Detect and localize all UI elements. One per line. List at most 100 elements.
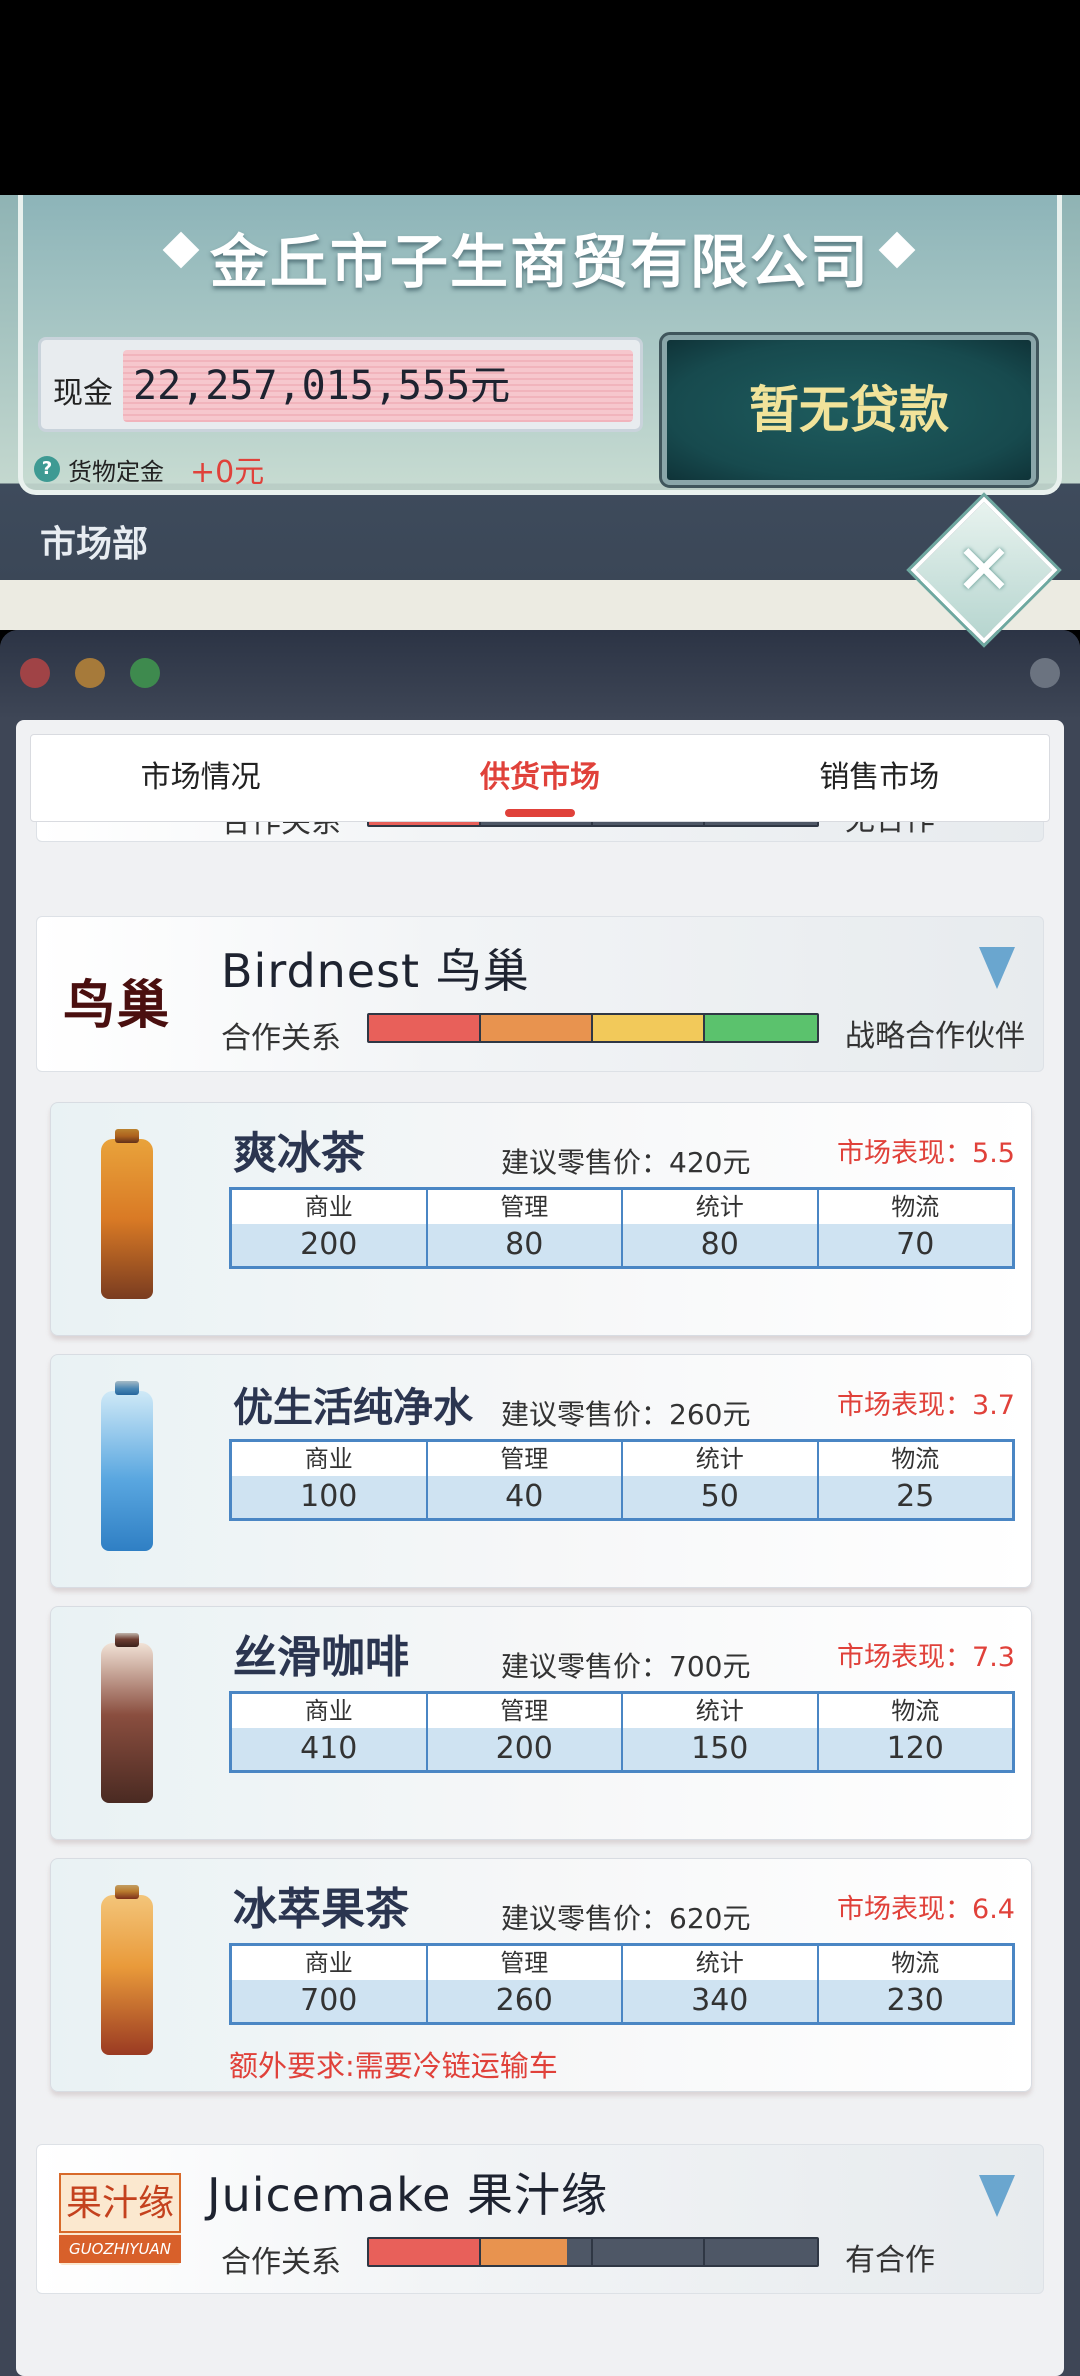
brand-name: Birdnest 鸟巢 xyxy=(221,944,530,998)
stats-table: 商业 410 管理 200 统计 150 物流 120 xyxy=(229,1691,1015,1773)
stat-header: 商业 xyxy=(232,1190,426,1224)
stat-value: 410 xyxy=(232,1728,426,1770)
stat-header: 商业 xyxy=(232,1694,426,1728)
close-x-icon[interactable]: ✕ xyxy=(932,518,1036,622)
stat-header: 物流 xyxy=(818,1694,1012,1728)
market-performance: 市场表现：3.7 xyxy=(837,1390,1015,1421)
product-name: 优生活纯净水 xyxy=(233,1385,473,1431)
juicemake-logo: 果汁缘 GUOZHIYUAN xyxy=(59,2173,181,2265)
stat-header: 物流 xyxy=(818,1946,1012,1980)
market-performance: 市场表现：6.4 xyxy=(837,1894,1015,1925)
relation-segment xyxy=(593,1015,705,1041)
product-price: 建议零售价：420元 xyxy=(501,1146,751,1179)
cash-value: 22,257,015,555元 xyxy=(123,350,633,422)
stat-header: 物流 xyxy=(818,1190,1012,1224)
stat-header: 统计 xyxy=(623,1190,817,1224)
product-card-fruit-tea[interactable]: 冰萃果茶 建议零售价：620元 市场表现：6.4 商业 700 管理 260 统计 3… xyxy=(50,1858,1032,2092)
stat-management: 管理 260 xyxy=(427,1946,623,2022)
stat-value: 700 xyxy=(232,1980,426,2022)
product-price: 建议零售价：620元 xyxy=(501,1902,751,1935)
juicemake-logo-sub: GUOZHIYUAN xyxy=(59,2235,181,2263)
chevron-down-icon[interactable] xyxy=(979,2175,1015,2217)
tab-market-overview[interactable]: 市场情况 xyxy=(31,735,370,821)
stat-header: 统计 xyxy=(623,1946,817,1980)
stat-value: 230 xyxy=(818,1980,1012,2022)
relation-status: 有合作 xyxy=(845,2243,935,2278)
birdnest-logo: 鸟巢 xyxy=(63,976,172,1036)
stat-management: 管理 80 xyxy=(427,1190,623,1266)
stat-statistics: 统计 80 xyxy=(623,1190,819,1266)
product-card-pure-water[interactable]: 优生活纯净水 建议零售价：260元 市场表现：3.7 商业 100 管理 40 统计… xyxy=(50,1354,1032,1588)
stat-header: 管理 xyxy=(427,1694,621,1728)
stat-header: 商业 xyxy=(232,1946,426,1980)
tab-supply-market[interactable]: 供货市场 xyxy=(370,735,709,821)
stat-commerce: 商业 100 xyxy=(232,1442,428,1518)
relation-label: 合作关系 xyxy=(221,1021,341,1056)
product-card-coffee[interactable]: 丝滑咖啡 建议零售价：700元 市场表现：7.3 商业 410 管理 200 统计 1… xyxy=(50,1606,1032,1840)
stat-header: 管理 xyxy=(427,1946,621,1980)
window-dot-gray xyxy=(1030,658,1060,688)
relation-segment xyxy=(481,1015,593,1041)
company-header-panel: 金丘市子生商贸有限公司 现金 22,257,015,555元 暂无贷款 ? 货物… xyxy=(0,195,1080,580)
stat-statistics: 统计 150 xyxy=(623,1694,819,1770)
product-card-iced-tea[interactable]: 爽冰茶 建议零售价：420元 市场表现：5.5 商业 200 管理 80 统计 80 … xyxy=(50,1102,1032,1336)
question-circle-icon[interactable]: ? xyxy=(34,456,60,482)
stat-logistics: 物流 70 xyxy=(818,1190,1012,1266)
tab-sales-market[interactable]: 销售市场 xyxy=(710,735,1049,821)
stat-header: 物流 xyxy=(818,1442,1012,1476)
stat-header: 统计 xyxy=(623,1442,817,1476)
market-performance: 市场表现：7.3 xyxy=(837,1642,1015,1673)
relation-segment xyxy=(593,2239,705,2265)
stat-header: 管理 xyxy=(427,1190,621,1224)
brand-card-birdnest[interactable]: 鸟巢 Birdnest 鸟巢 合作关系 战略合作伙伴 xyxy=(36,916,1044,1072)
stat-header: 统计 xyxy=(623,1694,817,1728)
relation-status: 战略合作伙伴 xyxy=(845,1019,1025,1054)
stat-commerce: 商业 410 xyxy=(232,1694,428,1770)
iced-tea-bottle-image xyxy=(101,1139,153,1299)
background-gap xyxy=(0,580,1080,630)
relation-segment xyxy=(481,2239,593,2265)
stat-value: 70 xyxy=(818,1224,1012,1266)
coffee-bottle-image xyxy=(101,1643,153,1803)
stat-value: 80 xyxy=(623,1224,817,1266)
product-price: 建议零售价：260元 xyxy=(501,1398,751,1431)
product-name: 爽冰茶 xyxy=(233,1128,365,1179)
loan-button[interactable]: 暂无贷款 xyxy=(659,332,1039,488)
cash-label: 现金 xyxy=(53,376,113,411)
stats-table: 商业 100 管理 40 统计 50 物流 25 xyxy=(229,1439,1015,1521)
relation-segment xyxy=(705,1015,817,1041)
stats-table: 商业 700 管理 260 统计 340 物流 230 xyxy=(229,1943,1015,2025)
market-window: 市场情况 供货市场 销售市场 合作关系 无合作 鸟巢 Birdnest 鸟巢 合… xyxy=(0,630,1080,2376)
stat-value: 340 xyxy=(623,1980,817,2022)
stat-logistics: 物流 25 xyxy=(818,1442,1012,1518)
product-name: 冰萃果茶 xyxy=(233,1884,409,1935)
window-dot-green xyxy=(130,658,160,688)
stat-value: 150 xyxy=(623,1728,817,1770)
stat-value: 50 xyxy=(623,1476,817,1518)
relation-segment xyxy=(369,1015,481,1041)
stat-logistics: 物流 120 xyxy=(818,1694,1012,1770)
window-content: 市场情况 供货市场 销售市场 合作关系 无合作 鸟巢 Birdnest 鸟巢 合… xyxy=(16,720,1064,2376)
stat-statistics: 统计 340 xyxy=(623,1946,819,2022)
stat-management: 管理 200 xyxy=(427,1694,623,1770)
window-title-bar xyxy=(0,630,1080,720)
chevron-down-icon[interactable] xyxy=(979,947,1015,989)
window-dot-red xyxy=(20,658,50,688)
stat-value: 120 xyxy=(818,1728,1012,1770)
department-label: 市场部 xyxy=(40,524,149,565)
stat-commerce: 商业 200 xyxy=(232,1190,428,1266)
status-bar-area xyxy=(0,0,1080,195)
stat-value: 80 xyxy=(427,1224,621,1266)
deposit-amount: +0元 xyxy=(190,455,265,490)
extra-requirement: 额外要求:需要冷链运输车 xyxy=(229,2049,558,2083)
market-performance: 市场表现：5.5 xyxy=(837,1138,1015,1169)
stat-statistics: 统计 50 xyxy=(623,1442,819,1518)
stat-value: 40 xyxy=(427,1476,621,1518)
tab-bar: 市场情况 供货市场 销售市场 xyxy=(30,734,1050,822)
product-price: 建议零售价：700元 xyxy=(501,1650,751,1683)
deposit-row: ? 货物定金 +0元 xyxy=(34,447,264,491)
stat-value: 25 xyxy=(818,1476,1012,1518)
brand-card-juicemake[interactable]: 果汁缘 GUOZHIYUAN Juicemake 果汁缘 合作关系 有合作 xyxy=(36,2144,1044,2294)
stat-value: 200 xyxy=(427,1728,621,1770)
relation-bar xyxy=(367,2237,819,2267)
